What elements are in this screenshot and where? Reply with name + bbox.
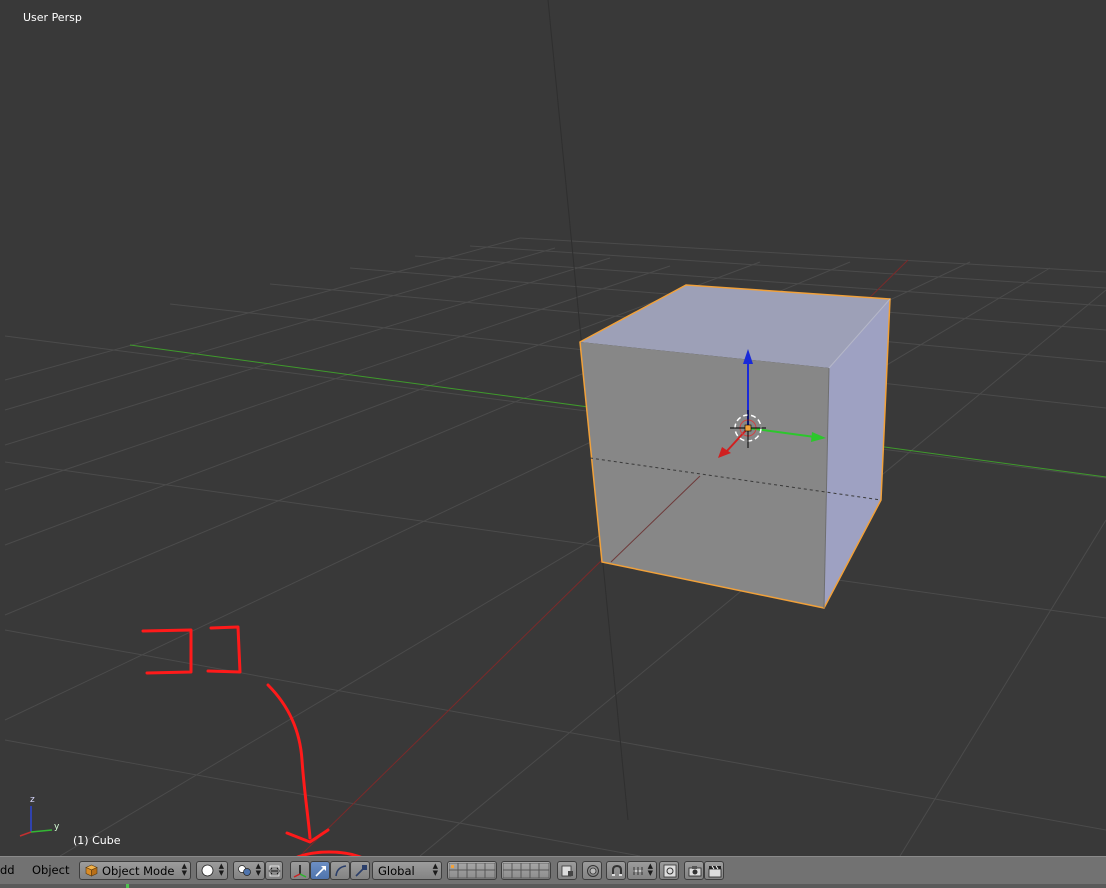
cube-icon <box>85 864 98 877</box>
proportional-edit-icon <box>587 865 599 877</box>
layer-lock-button[interactable] <box>557 861 577 880</box>
pivot-selector[interactable]: ▲ ▼ <box>233 861 265 880</box>
clapperboard-icon <box>708 865 722 878</box>
y-axis-label: y <box>54 822 60 832</box>
cube-object[interactable] <box>579 284 891 609</box>
snap-toggle-button[interactable] <box>606 861 626 880</box>
orientation-label: Global <box>378 864 415 878</box>
mode-selector[interactable]: Object Mode ▲ ▼ <box>79 861 191 880</box>
camera-icon <box>688 866 702 877</box>
rotate-arc-icon <box>335 865 347 877</box>
proportional-edit-button[interactable] <box>582 861 602 880</box>
updown-icon: ▲ ▼ <box>432 862 438 877</box>
shading-selector[interactable]: ▲ ▼ <box>196 861 228 880</box>
updown-icon: ▲ ▼ <box>255 862 261 877</box>
object-menu[interactable]: Object <box>32 863 69 877</box>
active-object-label: (1) Cube <box>73 834 121 847</box>
snap-target-icon <box>663 864 677 878</box>
mode-label: Object Mode <box>102 864 175 878</box>
limit-selection-button[interactable] <box>265 861 283 880</box>
viewport-header: dd Object Object Mode ▲ ▼ ▲ ▼ ▲ ▼ Global… <box>0 856 1106 884</box>
layers-group-1[interactable] <box>447 861 497 880</box>
z-axis-label: z <box>30 795 35 805</box>
orientation-gizmo <box>19 806 53 837</box>
bottom-strip <box>0 884 1106 888</box>
3d-viewport[interactable]: User Persp (1) Cube z y <box>0 0 1106 856</box>
pivot-icon <box>238 865 251 876</box>
magnet-icon <box>612 864 622 876</box>
layers-group-2[interactable] <box>501 861 551 880</box>
current-frame-marker <box>126 884 129 888</box>
updown-icon: ▲ ▼ <box>647 862 653 877</box>
add-menu[interactable]: dd <box>0 863 15 877</box>
rotate-manipulator-button[interactable] <box>330 861 350 880</box>
manipulator-axes-icon <box>293 865 307 878</box>
updown-icon: ▲ ▼ <box>218 862 224 877</box>
floor-grid <box>4 237 1106 856</box>
layers-grid-icon <box>449 863 496 879</box>
translate-manipulator-button[interactable] <box>310 861 330 880</box>
layers-grid-icon <box>503 863 550 879</box>
render-animation-button[interactable] <box>704 861 724 880</box>
scale-manipulator-button[interactable] <box>350 861 370 880</box>
snap-target-button[interactable] <box>659 861 679 880</box>
scale-icon <box>355 865 367 877</box>
translate-arrow-icon <box>315 866 326 877</box>
snap-element-selector[interactable]: ▲ ▼ <box>627 861 657 880</box>
viewport-canvas <box>4 0 1106 856</box>
snap-increment-icon <box>633 867 643 875</box>
layer-lock-icon <box>561 865 573 877</box>
updown-icon: ▲ ▼ <box>181 862 187 877</box>
manipulator-toggle-button[interactable] <box>290 861 310 880</box>
arrows-icon <box>268 865 281 877</box>
solid-sphere-icon <box>201 864 214 877</box>
view-label: User Persp <box>23 11 82 24</box>
orientation-selector[interactable]: Global ▲ ▼ <box>372 861 442 880</box>
render-image-button[interactable] <box>684 861 704 880</box>
